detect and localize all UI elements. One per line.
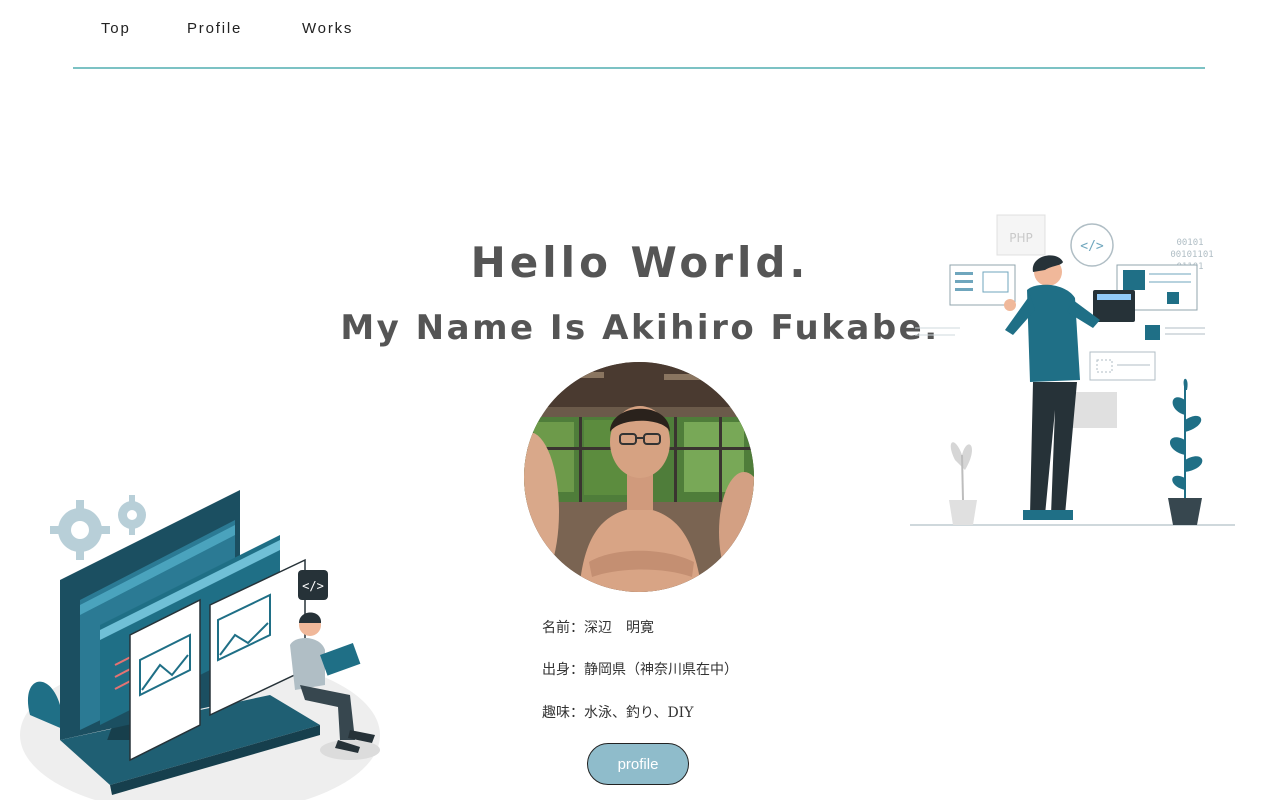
plant-pot-icon (1168, 378, 1203, 525)
developer-person (1004, 255, 1100, 520)
plant-pot-icon (949, 442, 977, 525)
gear-icon (50, 500, 110, 560)
nav-link-top[interactable]: Top (101, 20, 131, 37)
nav-link-profile[interactable]: Profile (187, 20, 242, 37)
image-window-card (949, 264, 1016, 306)
profile-hobby: 趣味：水泳、釣り、DIY (542, 705, 694, 721)
profile-origin: 出身：静岡県（神奈川県在中） (542, 662, 738, 678)
developer-screens-illustration: PHP </> 00101 00101101 01101 (910, 214, 1235, 526)
nav-link-works[interactable]: Works (302, 20, 353, 37)
code-tag-icon: </> (298, 570, 328, 600)
binary-text-2: 00101101 (1170, 250, 1213, 260)
php-label: PHP (1009, 231, 1033, 245)
top-nav: Top Profile Works (73, 0, 1205, 69)
avatar-illustration (524, 362, 754, 592)
svg-text:</>: </> (1080, 239, 1104, 254)
profile-name: 名前：深辺 明寛 (542, 620, 654, 636)
avatar-photo (524, 362, 754, 592)
page: Top Profile Works Hello World. My Name I… (0, 0, 1280, 800)
developer-laptop-illustration: </> (20, 490, 380, 800)
profile-button[interactable]: profile (587, 743, 689, 785)
gear-small-icon (118, 495, 146, 535)
svg-text:</>: </> (302, 579, 324, 593)
binary-text-1: 00101 (1176, 238, 1203, 248)
code-bubble-icon: </> (1070, 223, 1114, 267)
